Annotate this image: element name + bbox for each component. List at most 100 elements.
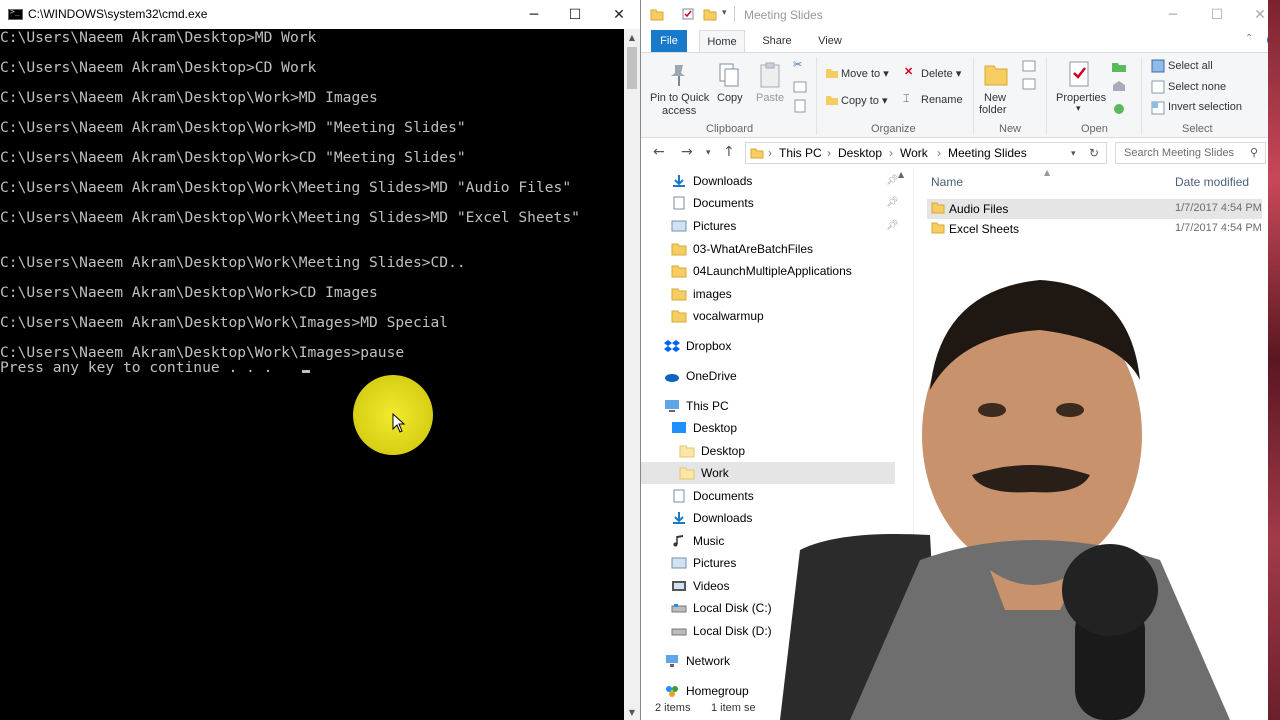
address-bar[interactable]: › This PC › Desktop › Work › Meeting Sli… [745,142,1107,164]
minimize-button[interactable]: ─ [512,0,556,29]
properties-label[interactable]: Properties [1056,92,1106,104]
pin-label-2[interactable]: access [662,105,696,117]
move-to-icon[interactable] [825,67,839,79]
cut-icon[interactable]: ✂ [793,58,802,71]
scroll-up-icon[interactable]: ▲ [898,170,904,179]
select-none-label[interactable]: Select none [1168,81,1226,93]
up-icon[interactable]: ↑ [723,144,735,160]
invert-selection-label[interactable]: Invert selection [1168,101,1242,113]
customize-toolbar-icon[interactable]: ▾ [722,8,727,18]
nav-item-downloads-pinned[interactable]: Downloads [671,170,752,192]
nav-item-pictures[interactable]: Pictures [671,552,736,574]
downloads-icon [673,175,685,187]
rename-label[interactable]: Rename [921,94,963,106]
new-folder-label[interactable]: New [984,92,1006,104]
select-all-icon[interactable] [1151,59,1165,73]
paste-icon[interactable] [758,61,782,89]
pin-icon[interactable] [667,61,691,89]
cmd-console[interactable]: C:\Users\Naeem Akram\Desktop>MD Work C:\… [0,29,624,720]
move-to-label[interactable]: Move to ▾ [841,67,889,80]
breadcrumb-desktop[interactable]: Desktop [838,146,882,160]
tab-file[interactable]: File [651,30,687,52]
copy-icon[interactable] [717,61,741,89]
minimize-button[interactable]: ─ [1151,0,1195,29]
console-line: C:\Users\Naeem Akram\Desktop\Work>CD Ima… [0,284,378,301]
open-icons[interactable] [1111,59,1127,117]
pictures-icon [671,557,687,569]
paste-label[interactable]: Paste [756,92,784,104]
scroll-thumb[interactable] [627,47,637,89]
dropbox-icon [664,340,680,352]
copy-to-icon[interactable] [825,94,839,106]
breadcrumb-this-pc[interactable]: This PC [779,146,822,160]
breadcrumb-work[interactable]: Work [900,146,928,160]
select-all-label[interactable]: Select all [1168,60,1213,72]
column-header-date[interactable]: Date modified [1175,175,1249,189]
delete-icon[interactable]: ✕ [904,65,913,78]
address-dropdown-icon[interactable]: ▾ [1071,148,1076,159]
nav-item-desktop[interactable]: Desktop [671,417,737,439]
cmd-title: C:\WINDOWS\system32\cmd.exe [28,7,208,21]
tab-home[interactable]: Home [699,30,745,52]
pin-label[interactable]: Pin to Quick [650,92,709,104]
nav-item-pictures-pinned[interactable]: Pictures [671,215,736,237]
new-folder-icon[interactable] [983,61,1009,87]
select-none-icon[interactable] [1151,80,1165,94]
collapse-ribbon-icon[interactable]: ⌃ [1245,33,1253,44]
file-row[interactable]: Excel Sheets 1/7/2017 4:54 PM [927,219,1262,239]
copy-path-icon[interactable] [793,81,807,93]
scroll-down-icon[interactable]: ▼ [624,704,640,720]
new-item-icon[interactable] [1021,59,1041,95]
console-line: C:\Users\Naeem Akram\Desktop>CD Work [0,59,317,76]
forward-icon[interactable]: → [681,144,693,160]
folder-icon [671,288,687,301]
properties-icon[interactable] [681,7,695,21]
nav-item-folder[interactable]: images [671,283,732,305]
tab-share[interactable]: Share [759,30,795,52]
nav-item-downloads[interactable]: Downloads [671,507,752,529]
explorer-title-bar[interactable]: ▾ Meeting Slides ─ ☐ ✕ [641,0,1280,30]
nav-item-desktop-folder[interactable]: Desktop [679,440,745,462]
maximize-button[interactable]: ☐ [1195,0,1239,29]
cmd-scrollbar[interactable]: ▲ ▼ [624,29,640,720]
nav-item-onedrive[interactable]: OneDrive [664,365,737,387]
nav-item-documents-pinned[interactable]: Documents [671,192,754,214]
refresh-icon[interactable]: ↻ [1089,146,1099,160]
organize-group-label: Organize [871,123,916,135]
nav-item-music[interactable]: Music [671,530,724,552]
nav-item-folder[interactable]: vocalwarmup [671,305,764,327]
search-input[interactable]: Search Meeting Slides ⚲ [1115,142,1266,164]
new-folder-label-2[interactable]: folder [979,104,1007,116]
nav-item-dropbox[interactable]: Dropbox [664,335,731,357]
column-header-name[interactable]: Name [931,175,963,189]
rename-icon[interactable]: ⌶ [903,93,910,106]
nav-item-folder[interactable]: 03-WhatAreBatchFiles [671,238,813,260]
paste-shortcut-icon[interactable] [793,99,807,113]
copy-to-label[interactable]: Copy to ▾ [841,94,888,107]
back-icon[interactable]: ← [653,144,665,160]
search-icon[interactable]: ⚲ [1250,146,1258,159]
recent-locations-icon[interactable]: ▾ [706,148,711,158]
ribbon-tabs: File Home Share View ⌃ ? [641,30,1280,52]
properties-dropdown-icon[interactable]: ▾ [1076,103,1081,114]
close-button[interactable]: ✕ [597,0,641,29]
breadcrumb-meeting-slides[interactable]: Meeting Slides [948,146,1027,160]
nav-item-this-pc[interactable]: This PC [664,395,729,417]
pictures-icon [671,220,687,232]
copy-label[interactable]: Copy [717,92,743,104]
nav-item-network[interactable]: Network [664,650,730,672]
nav-item-local-disk-c[interactable]: Local Disk (C:) [671,597,772,619]
homegroup-icon [666,686,678,697]
nav-item-documents[interactable]: Documents [671,485,754,507]
delete-label[interactable]: Delete ▾ [921,67,961,80]
tab-view[interactable]: View [813,30,847,52]
nav-item-videos[interactable]: Videos [671,575,729,597]
invert-selection-icon[interactable] [1151,101,1165,115]
nav-item-local-disk-d[interactable]: Local Disk (D:) [671,620,772,642]
scroll-up-icon[interactable]: ▲ [624,29,640,45]
cmd-title-bar[interactable]: C:\WINDOWS\system32\cmd.exe ─ ☐ ✕ [0,0,640,29]
maximize-button[interactable]: ☐ [553,0,597,29]
file-row[interactable]: Audio Files 1/7/2017 4:54 PM [927,199,1262,219]
properties-icon[interactable] [1067,59,1091,89]
new-folder-icon[interactable] [703,7,717,21]
